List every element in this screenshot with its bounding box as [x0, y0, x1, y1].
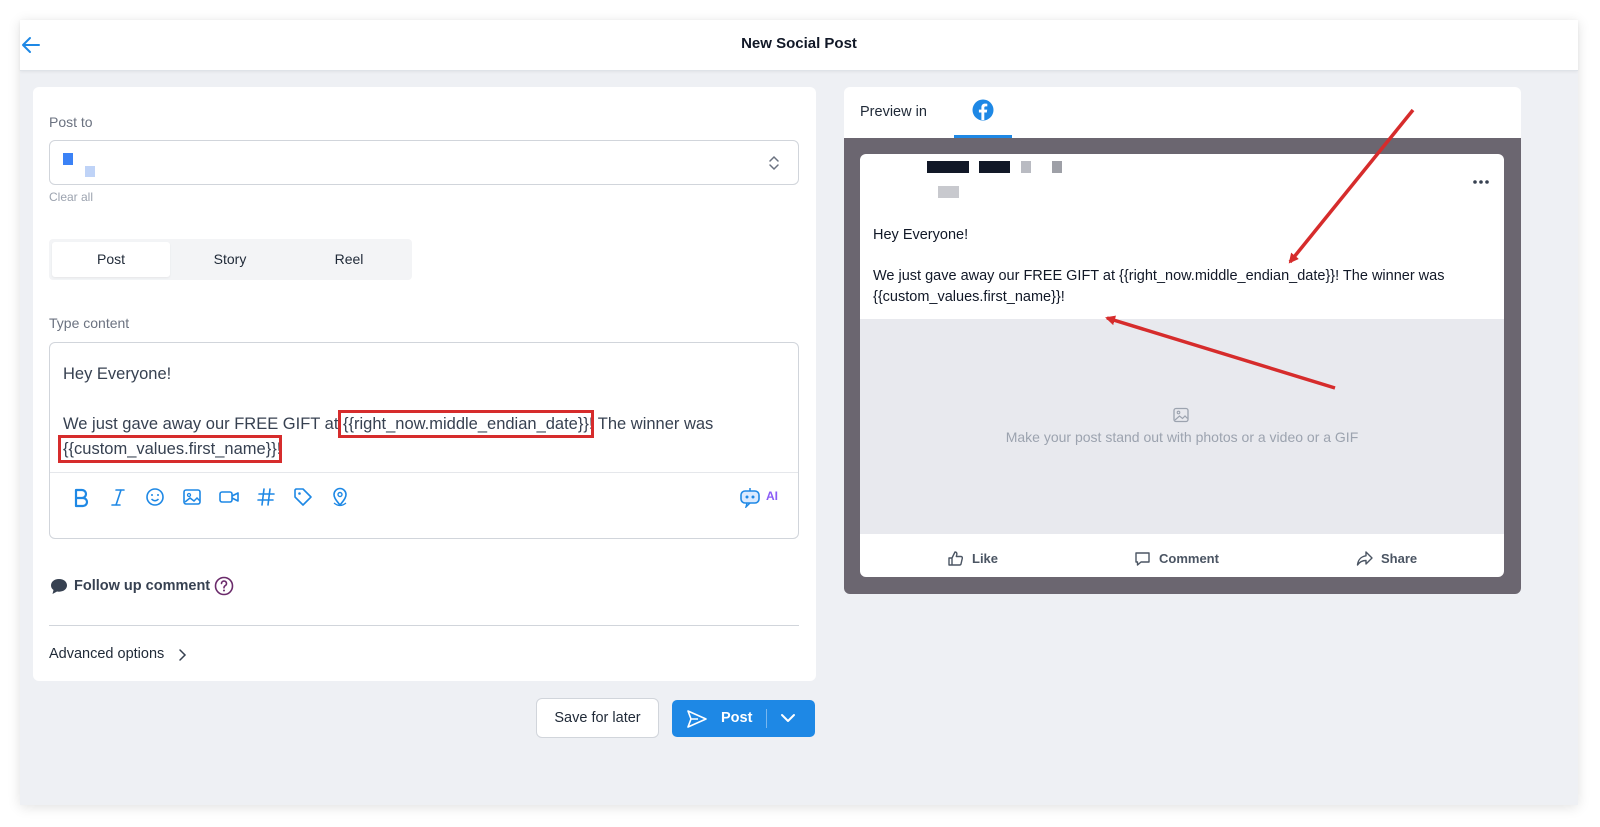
- account-avatar: [63, 153, 73, 165]
- editor-line-middle: ! The winner was: [588, 415, 714, 433]
- ai-label: AI: [766, 489, 778, 503]
- tab-reel[interactable]: Reel: [290, 242, 408, 277]
- post-button[interactable]: Post: [672, 700, 815, 737]
- media-placeholder[interactable]: Make your post stand out with photos or …: [860, 319, 1504, 534]
- facebook-icon: [972, 99, 994, 121]
- chevron-right-icon: [179, 649, 187, 661]
- facebook-post-card: Hey Everyone! We just gave away our FREE…: [860, 154, 1504, 577]
- preview-frame: Hey Everyone! We just gave away our FREE…: [844, 138, 1521, 594]
- composer-panel: Post to Clear all Post Story Reel Type c…: [33, 87, 816, 681]
- type-content-label: Type content: [49, 315, 130, 331]
- post-button-separator: [766, 709, 767, 728]
- page-title: New Social Post: [741, 35, 857, 52]
- content-editor[interactable]: Hey Everyone! We just gave away our FREE…: [49, 342, 799, 539]
- editor-line-suffix: !: [276, 440, 282, 458]
- more-options-icon[interactable]: [1472, 179, 1490, 185]
- thumbs-up-icon: [948, 551, 964, 566]
- social-post-window: New Social Post Post to Clear all Post S…: [20, 20, 1578, 805]
- editor-body: We just gave away our FREE GIFT at {{rig…: [58, 410, 783, 463]
- clear-all-link[interactable]: Clear all: [49, 190, 93, 204]
- redacted-page-name: [1052, 161, 1062, 173]
- account-avatar-secondary: [85, 166, 95, 177]
- image-icon: [1173, 407, 1189, 423]
- tab-facebook[interactable]: [954, 87, 1012, 138]
- speech-bubble-icon: [51, 579, 67, 594]
- post-type-tabs: Post Story Reel: [49, 239, 412, 280]
- post-to-label: Post to: [49, 114, 93, 130]
- media-placeholder-text: Make your post stand out with photos or …: [1005, 429, 1359, 445]
- image-icon[interactable]: [181, 486, 203, 508]
- preview-post-text: Hey Everyone! We just gave away our FREE…: [873, 225, 1493, 308]
- preview-body: We just gave away our FREE GIFT at {{rig…: [873, 268, 1445, 305]
- post-label: Post: [721, 710, 753, 726]
- editor-divider: [50, 472, 798, 473]
- italic-icon[interactable]: [107, 486, 129, 508]
- help-icon[interactable]: [214, 576, 234, 596]
- send-icon: [687, 710, 707, 728]
- editor-text[interactable]: Hey Everyone! We just gave away our FREE…: [58, 362, 783, 463]
- tag-icon[interactable]: [292, 486, 314, 508]
- ai-assist-button[interactable]: AI: [738, 484, 784, 510]
- bold-icon[interactable]: [70, 486, 92, 508]
- date-merge-token: {{right_now.middle_endian_date}}: [338, 410, 594, 438]
- editor-line-prefix: We just gave away our FREE GIFT at: [63, 415, 343, 433]
- preview-label: Preview in: [860, 104, 927, 120]
- tab-post[interactable]: Post: [52, 242, 170, 277]
- account-select[interactable]: [49, 140, 799, 185]
- name-merge-token: {{custom_values.first_name}}: [58, 435, 282, 463]
- advanced-options-label: Advanced options: [49, 646, 165, 662]
- like-label: Like: [972, 551, 999, 566]
- redacted-page-name: [927, 161, 969, 173]
- ai-robot-icon: [740, 488, 760, 508]
- chevron-down-icon[interactable]: [780, 712, 796, 724]
- tab-story[interactable]: Story: [171, 242, 289, 277]
- preview-greeting: Hey Everyone!: [873, 227, 969, 243]
- top-bar: New Social Post: [20, 20, 1578, 71]
- chevron-up-down-icon: [769, 155, 779, 171]
- redacted-timestamp: [938, 186, 959, 198]
- save-for-later-button[interactable]: Save for later: [536, 698, 659, 738]
- emoji-icon[interactable]: [144, 486, 166, 508]
- comment-label: Comment: [1159, 551, 1219, 566]
- comment-icon: [1135, 552, 1150, 566]
- share-label: Share: [1381, 551, 1418, 566]
- preview-panel: Preview in Hey Everyone! We just gave aw…: [844, 87, 1521, 594]
- share-icon: [1356, 551, 1373, 566]
- editor-greeting: Hey Everyone!: [63, 365, 172, 383]
- location-icon[interactable]: [329, 486, 351, 508]
- redacted-page-name: [979, 161, 1010, 173]
- hashtag-icon[interactable]: [255, 486, 277, 508]
- redacted-page-name: [1021, 161, 1031, 173]
- follow-up-label: Follow up comment: [74, 578, 211, 594]
- section-divider: [49, 625, 799, 626]
- video-icon[interactable]: [218, 486, 240, 508]
